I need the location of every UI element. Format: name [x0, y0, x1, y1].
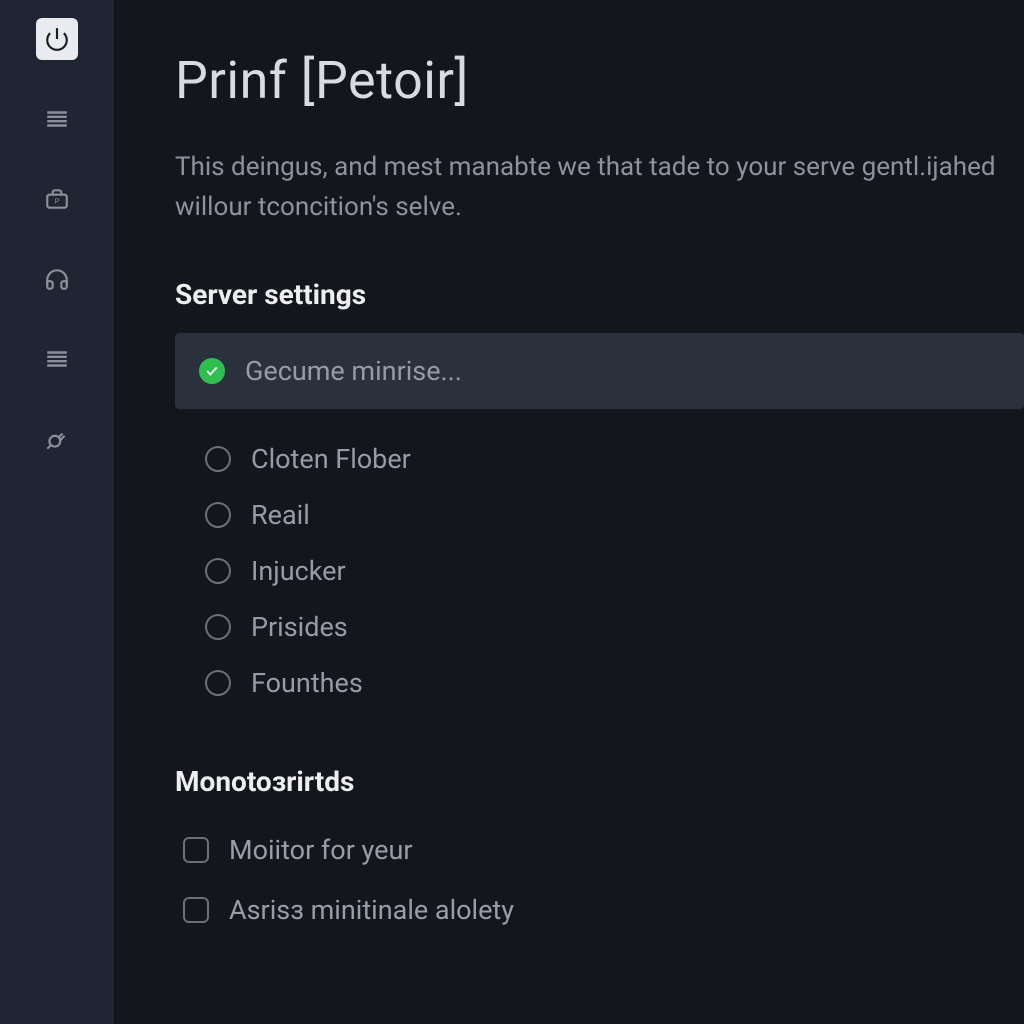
radio-indicator: [205, 558, 231, 584]
radio-indicator: [205, 502, 231, 528]
radio-option-4[interactable]: Prisides: [175, 599, 1024, 655]
menu-icon: [44, 106, 70, 132]
radio-indicator: [199, 358, 225, 384]
main-content: Prinf [Petoir] This deingus, and mest ma…: [115, 0, 1024, 1024]
sidebar-item-headphones[interactable]: [36, 258, 78, 300]
check-icon: [205, 364, 219, 378]
radio-label: Gecume minrise...: [245, 355, 462, 387]
headphones-icon: [44, 266, 70, 292]
radio-option-1[interactable]: Cloten Flober: [175, 431, 1024, 487]
radio-option-0[interactable]: Gecume minrise...: [175, 333, 1024, 409]
radio-option-3[interactable]: Injucker: [175, 543, 1024, 599]
sidebar-item-plug[interactable]: [36, 418, 78, 460]
radio-indicator: [205, 614, 231, 640]
checkbox-option-0[interactable]: Moiitor for yeur: [175, 820, 1024, 880]
svg-text:P: P: [54, 196, 59, 205]
checkbox-label: Asrisз minitinale alolety: [229, 894, 514, 926]
page-description: This deingus, and mest manabte we that t…: [175, 147, 1024, 228]
section-heading-server-settings: Server settings: [175, 278, 1024, 311]
radio-label: Reail: [251, 499, 310, 531]
radio-label: Founthes: [251, 667, 363, 699]
section-heading-monitors: Monotoзrirtds: [175, 765, 1024, 798]
radio-indicator: [205, 670, 231, 696]
list-icon: [44, 346, 70, 372]
sidebar-item-menu[interactable]: [36, 98, 78, 140]
radio-label: Cloten Flober: [251, 443, 411, 475]
sidebar-item-power[interactable]: [36, 18, 78, 60]
radio-indicator: [205, 446, 231, 472]
radio-option-5[interactable]: Founthes: [175, 655, 1024, 711]
sidebar-item-list[interactable]: [36, 338, 78, 380]
checkbox-box: [183, 897, 209, 923]
server-settings-radio-group: Gecume minrise... Cloten Flober Reail In…: [175, 333, 1024, 711]
checkbox-label: Moiitor for yeur: [229, 834, 413, 866]
checkbox-box: [183, 837, 209, 863]
briefcase-icon: P: [44, 186, 70, 212]
radio-label: Injucker: [251, 555, 346, 587]
page-title: Prinf [Petoir]: [175, 50, 1024, 111]
sidebar: P: [0, 0, 115, 1024]
power-icon: [44, 26, 70, 52]
sidebar-item-briefcase[interactable]: P: [36, 178, 78, 220]
checkbox-option-1[interactable]: Asrisз minitinale alolety: [175, 880, 1024, 940]
plug-icon: [44, 426, 70, 452]
radio-option-2[interactable]: Reail: [175, 487, 1024, 543]
radio-label: Prisides: [251, 611, 348, 643]
